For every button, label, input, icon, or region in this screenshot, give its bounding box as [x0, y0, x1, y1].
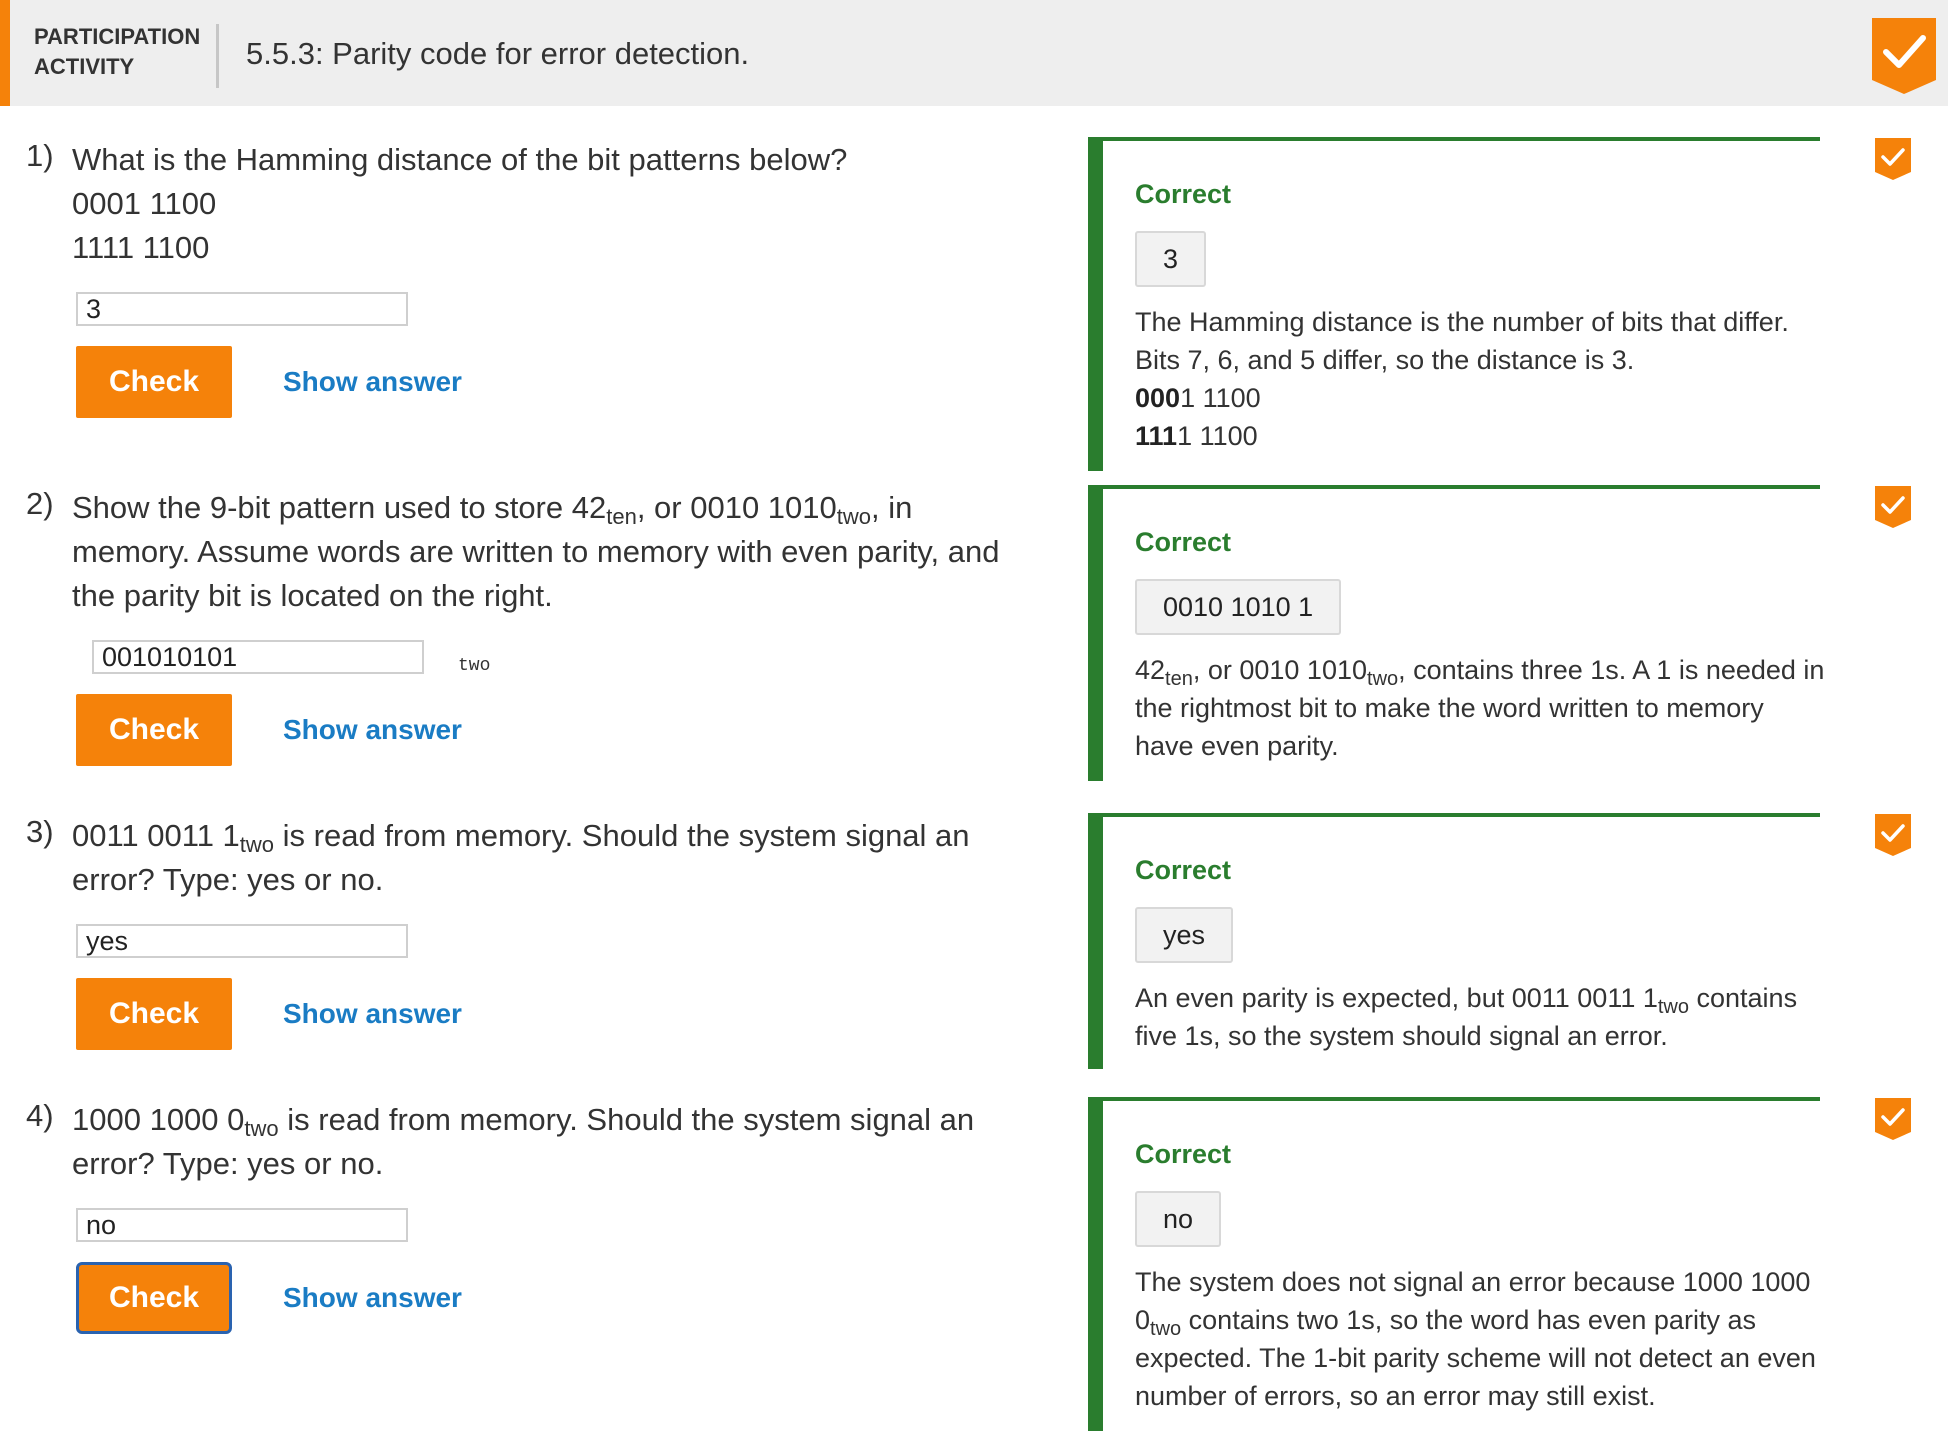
question-complete-check-icon — [1875, 814, 1911, 856]
bit-pattern-2: 1111 1100 — [72, 230, 210, 265]
question-number: 2) — [26, 486, 54, 521]
answer-input[interactable]: no — [76, 1208, 408, 1242]
base-subscript: two — [239, 832, 275, 857]
participation-activity-label: PARTICIPATION ACTIVITY — [34, 22, 204, 82]
check-button[interactable]: Check — [76, 346, 232, 418]
correct-label: Correct — [1135, 527, 1232, 557]
base-subscript: two — [1367, 668, 1399, 690]
explanation: The system does not signal an error beca… — [1135, 1263, 1825, 1415]
text-part: , or 0010 1010 — [1192, 655, 1368, 685]
bit-pattern-1: 0001 1100 — [1135, 379, 1825, 417]
correct-label: Correct — [1135, 179, 1232, 209]
activity-header: PARTICIPATION ACTIVITY 5.5.3: Parity cod… — [0, 0, 1948, 106]
question-text: 1000 1000 0two is read from memory. Shou… — [72, 1098, 1032, 1186]
text-part: 42 — [1135, 655, 1166, 685]
text-part: Show the 9-bit pattern used to store 42 — [72, 490, 607, 525]
label-line-2: ACTIVITY — [34, 54, 135, 79]
feedback-panel: Correct no The system does not signal an… — [1088, 1097, 1820, 1431]
base-subscript: two — [1150, 1318, 1182, 1340]
show-answer-link[interactable]: Show answer — [283, 1282, 462, 1314]
activity-title: 5.5.3: Parity code for error detection. — [246, 36, 750, 71]
question-text: Show the 9-bit pattern used to store 42t… — [72, 486, 1032, 618]
explanation: 42ten, or 0010 1010two, contains three 1… — [1135, 651, 1825, 765]
text-part: 1000 1000 0 — [72, 1102, 245, 1137]
base-subscript: two — [836, 504, 872, 529]
correct-answer-box: 3 — [1135, 231, 1207, 287]
base-subscript: ten — [1165, 668, 1193, 690]
question-number: 1) — [26, 138, 54, 173]
differing-bits: 000 — [1135, 383, 1181, 413]
question-text: 0011 0011 1two is read from memory. Shou… — [72, 814, 1032, 902]
activity-complete-check-icon — [1872, 18, 1936, 94]
question-number: 4) — [26, 1098, 54, 1133]
remaining-bits: 1 1100 — [1177, 421, 1258, 451]
answer-input[interactable]: 3 — [76, 292, 408, 326]
remaining-bits: 1 1100 — [1180, 383, 1261, 413]
correct-answer-box: yes — [1135, 907, 1234, 963]
correct-answer-box: no — [1135, 1191, 1222, 1247]
check-button[interactable]: Check — [76, 978, 232, 1050]
show-answer-link[interactable]: Show answer — [283, 714, 462, 746]
text-part: An even parity is expected, but 0011 001… — [1135, 983, 1658, 1013]
text-part: , or 0010 1010 — [636, 490, 837, 525]
correct-answer-box: 0010 1010 1 — [1135, 579, 1342, 635]
question-complete-check-icon — [1875, 1098, 1911, 1140]
correct-label: Correct — [1135, 855, 1232, 885]
feedback-panel: Correct 0010 1010 1 42ten, or 0010 1010t… — [1088, 485, 1824, 781]
bit-pattern-2: 1111 1100 — [1135, 417, 1825, 455]
check-button[interactable]: Check — [76, 1262, 232, 1334]
text-part: 0011 0011 1 — [72, 818, 240, 853]
question-line: What is the Hamming distance of the bit … — [72, 142, 848, 177]
answer-input[interactable]: yes — [76, 924, 408, 958]
base-subscript: two — [1657, 996, 1689, 1018]
label-line-1: PARTICIPATION — [34, 24, 201, 49]
check-button[interactable]: Check — [76, 694, 232, 766]
correct-label: Correct — [1135, 1139, 1232, 1169]
explanation: An even parity is expected, but 0011 001… — [1135, 979, 1825, 1055]
answer-input[interactable]: 001010101 — [92, 640, 424, 674]
question-complete-check-icon — [1875, 138, 1911, 180]
feedback-panel: Correct 3 The Hamming distance is the nu… — [1088, 137, 1820, 471]
show-answer-link[interactable]: Show answer — [283, 998, 462, 1030]
explanation-line: Bits 7, 6, and 5 differ, so the distance… — [1135, 345, 1635, 375]
show-answer-link[interactable]: Show answer — [283, 366, 462, 398]
explanation: The Hamming distance is the number of bi… — [1135, 303, 1825, 455]
base-unit-label: two — [458, 656, 491, 676]
base-subscript: ten — [606, 504, 637, 529]
question-number: 3) — [26, 814, 54, 849]
base-subscript: two — [244, 1116, 279, 1141]
question-text: What is the Hamming distance of the bit … — [72, 138, 1032, 270]
explanation-line: The Hamming distance is the number of bi… — [1135, 307, 1789, 337]
feedback-panel: Correct yes An even parity is expected, … — [1088, 813, 1820, 1069]
question-complete-check-icon — [1875, 486, 1911, 528]
text-part: contains two 1s, so the word has even pa… — [1135, 1305, 1816, 1411]
differing-bits: 111 — [1135, 421, 1178, 451]
header-divider — [216, 24, 219, 88]
bit-pattern-1: 0001 1100 — [72, 186, 217, 221]
